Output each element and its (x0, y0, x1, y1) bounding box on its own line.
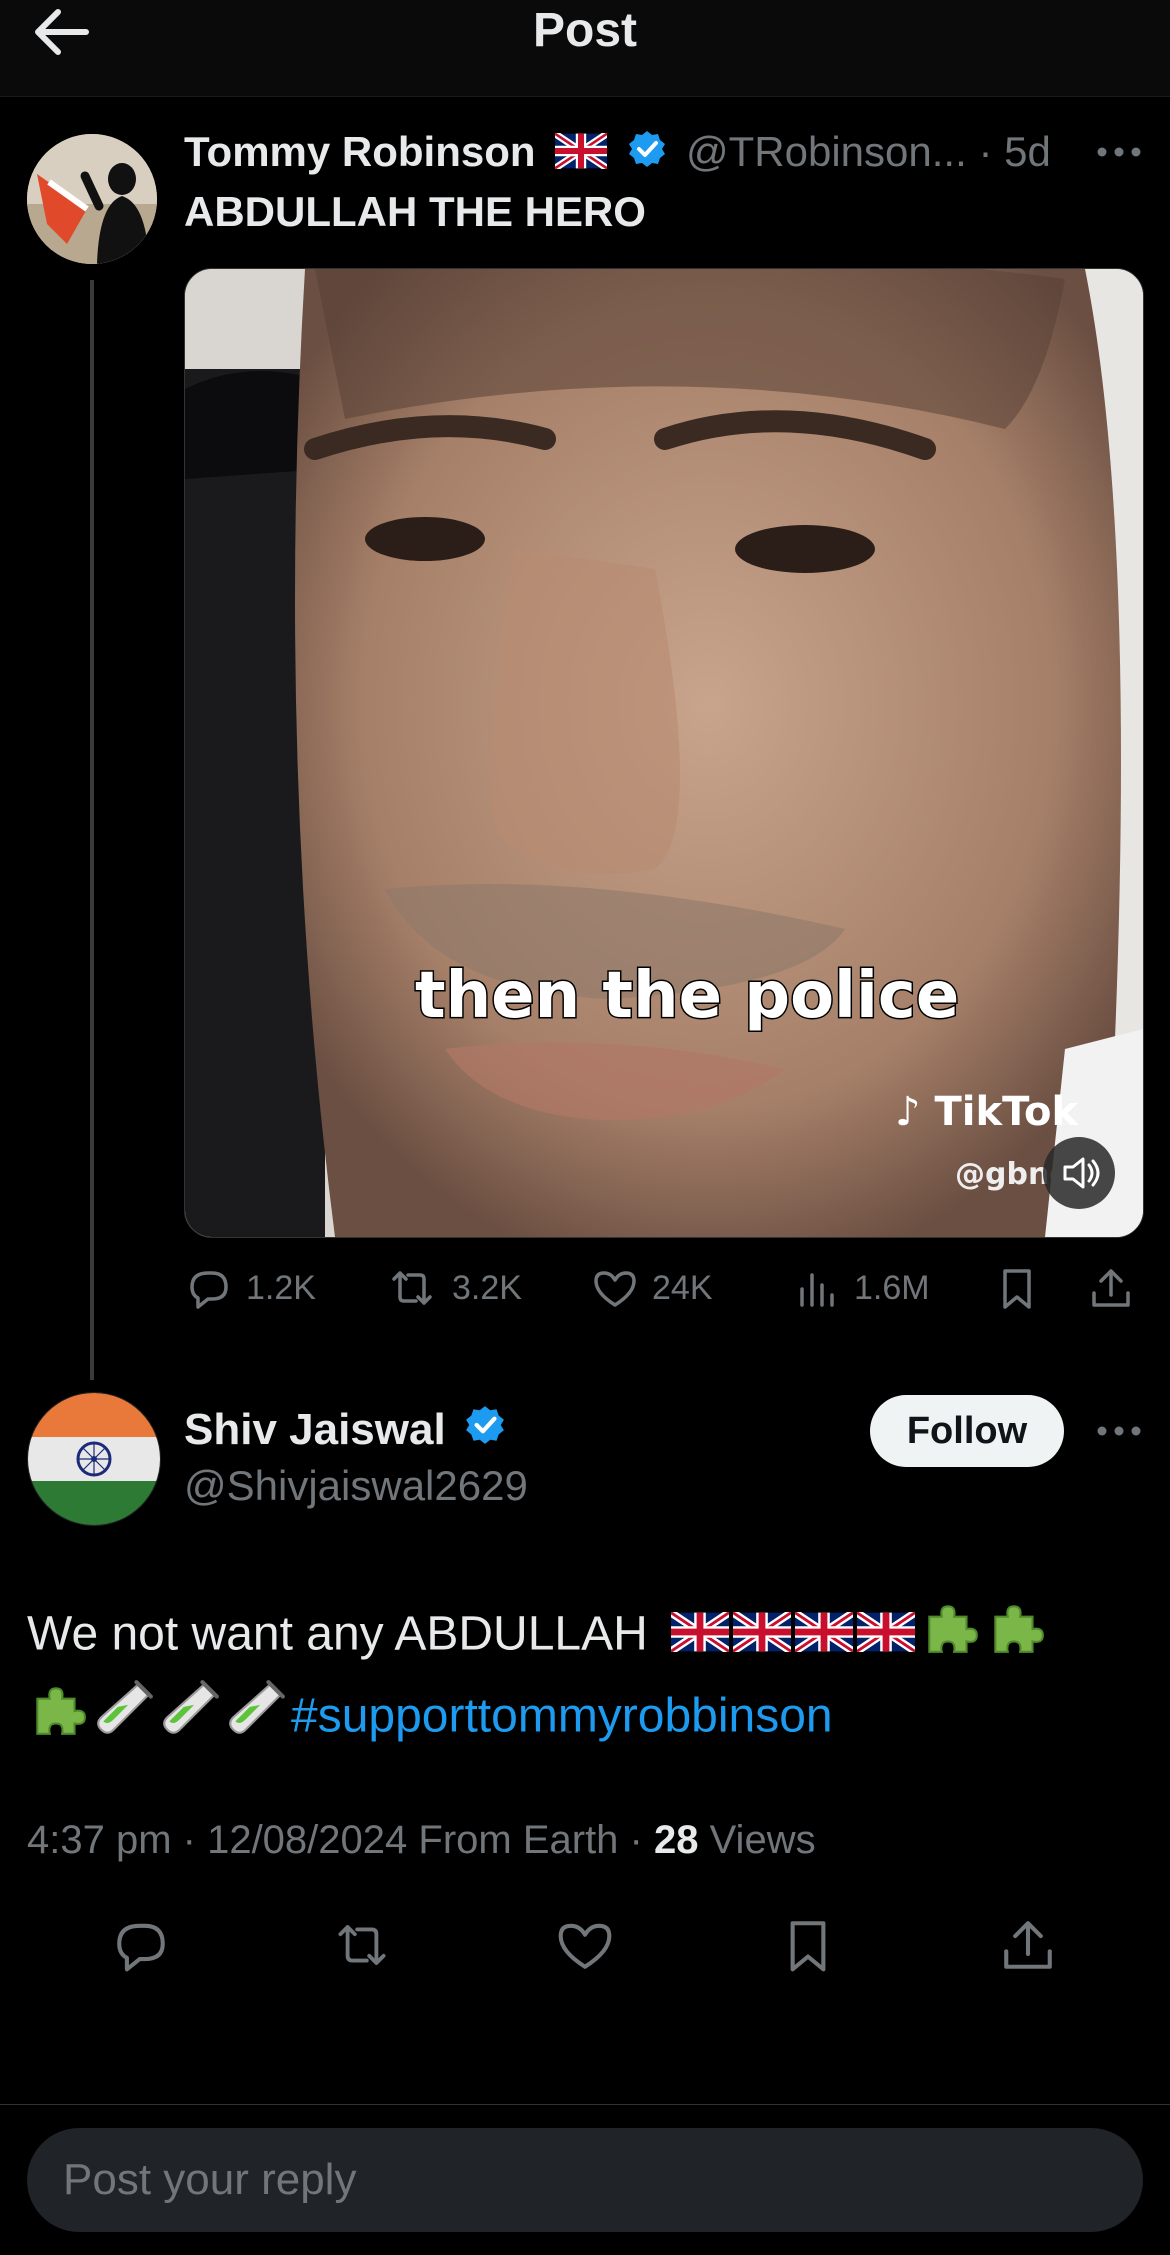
bookmark-icon (1003, 1269, 1031, 1309)
hashtag-link[interactable]: #supporttommyrobbinson (291, 1690, 833, 1743)
reply-actions (0, 1905, 1170, 1985)
views-count: 1.6M (854, 1268, 930, 1307)
like-icon (558, 1923, 612, 1969)
views-button[interactable]: 1.6M (792, 1248, 930, 1328)
bookmark-button[interactable] (992, 1248, 1042, 1328)
test-tube-emoji (159, 1678, 221, 1760)
more-icon[interactable] (1094, 1421, 1144, 1441)
reply-count: 1.2K (246, 1268, 316, 1307)
reply-input[interactable] (27, 2128, 1143, 2232)
post-time: · 5d (978, 128, 1051, 175)
author-name[interactable]: Tommy Robinson (184, 128, 536, 175)
verified-badge-icon (458, 1404, 506, 1460)
repost-icon (392, 1271, 432, 1305)
share-icon (1004, 1921, 1052, 1969)
uk-flag-icon (547, 127, 610, 183)
author-handle-row[interactable]: @TRobinson... · 5d (686, 124, 1051, 180)
share-button[interactable] (1086, 1248, 1136, 1328)
repost-icon (338, 1925, 386, 1965)
post-actions: 1.2K 3.2K 24K 1.6M (184, 1248, 1144, 1328)
bookmark-button[interactable] (768, 1905, 848, 1985)
puzzle-emoji (919, 1596, 981, 1678)
author-name-row[interactable]: Shiv Jaiswal (184, 1402, 506, 1460)
verified-badge-icon (619, 127, 667, 183)
tiktok-watermark: ♪ TikTok (895, 1089, 1079, 1135)
test-tube-emoji (225, 1678, 287, 1760)
author-name[interactable]: Shiv Jaiswal (184, 1405, 446, 1454)
views-icon (800, 1273, 834, 1307)
author-name-row[interactable]: Tommy Robinson (184, 124, 667, 183)
post-meta: 4:37 pm · 12/08/2024 From Earth · 28 Vie… (27, 1812, 816, 1868)
puzzle-emoji (27, 1678, 89, 1760)
post-text: ABDULLAH THE HERO (184, 188, 646, 235)
test-tube-emoji (93, 1678, 155, 1760)
views-count[interactable]: 28 (654, 1818, 699, 1862)
like-button[interactable]: 24K (590, 1248, 713, 1328)
top-bar: Post (0, 0, 1170, 97)
tiktok-logo-icon: ♪ (895, 1089, 921, 1135)
avatar[interactable] (27, 134, 157, 264)
india-flag-avatar (28, 1393, 160, 1525)
views-label: Views (698, 1818, 816, 1862)
uk-flag-icon (792, 1602, 856, 1672)
bookmark-icon (790, 1921, 826, 1972)
repost-button[interactable]: 3.2K (384, 1248, 522, 1328)
video-caption: then the police (413, 958, 960, 1035)
reply-text-main: We not want any ABDULLAH (27, 1607, 648, 1661)
share-button[interactable] (988, 1905, 1068, 1985)
mute-button[interactable] (1043, 1137, 1115, 1209)
uk-flag-icon (730, 1602, 794, 1672)
repost-button[interactable] (322, 1905, 402, 1985)
author-handle[interactable]: @TRobinson... (686, 128, 967, 175)
repost-count: 3.2K (452, 1268, 522, 1307)
uk-flag-icon (854, 1602, 918, 1672)
avatar[interactable] (27, 1392, 161, 1526)
reply-button[interactable]: 1.2K (184, 1248, 316, 1328)
post-video[interactable]: then the police ♪ TikTok @gbnews (184, 268, 1144, 1238)
share-icon (1092, 1269, 1130, 1307)
reply-text: We not want any ABDULLAH #supporttommyro… (27, 1596, 1147, 1760)
like-button[interactable] (545, 1905, 625, 1985)
reply-button[interactable] (101, 1905, 181, 1985)
like-count: 24K (652, 1268, 713, 1307)
puzzle-emoji (985, 1596, 1047, 1678)
like-icon (594, 1271, 636, 1307)
follow-button[interactable]: Follow (870, 1395, 1064, 1467)
post-timestamp: 4:37 pm · 12/08/2024 From Earth · (27, 1818, 654, 1862)
uk-flag-icon (661, 1602, 732, 1672)
more-icon[interactable] (1094, 142, 1144, 162)
reply-icon (117, 1923, 165, 1972)
reply-icon (190, 1271, 228, 1309)
thread-line (90, 280, 94, 1380)
page-title: Post (532, 4, 637, 57)
author-handle[interactable]: @Shivjaiswal2629 (184, 1458, 528, 1514)
